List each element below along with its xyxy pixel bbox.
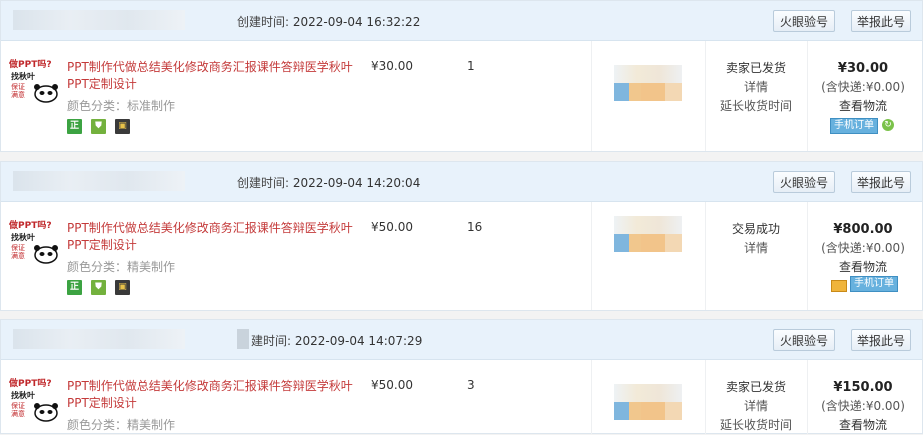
refresh-icon[interactable]: ↻ xyxy=(882,119,894,131)
panda-logo-icon xyxy=(34,245,58,264)
shipping-info: (含快递:¥0.00) xyxy=(821,399,905,413)
panda-logo-icon xyxy=(34,84,58,103)
order-card: 创建时间: 2022-09-04 14:20:04 火眼验号 举报此号 做PPT… xyxy=(0,161,923,311)
order-status: 卖家已发货 详情 延长收货时间 xyxy=(707,59,805,116)
extend-receipt-link[interactable]: 延长收货时间 xyxy=(707,97,805,116)
status-text: 卖家已发货 xyxy=(725,380,786,394)
divider xyxy=(705,360,706,434)
status-text: 卖家已发货 xyxy=(725,61,786,75)
divider xyxy=(705,202,706,310)
view-logistics-link[interactable]: 查看物流 xyxy=(807,258,919,277)
shield-icon[interactable]: ⛊ xyxy=(91,119,106,134)
blurred-image xyxy=(614,216,682,254)
details-link[interactable]: 详情 xyxy=(707,397,805,416)
total-amount: ¥150.00 xyxy=(833,380,893,395)
sku-info: 颜色分类：精美制作 xyxy=(67,260,176,274)
product-title-link[interactable]: PPT制作代做总结美化修改商务汇报课件答辩医学秋叶PPT定制设计 xyxy=(67,378,357,412)
order-header: 创建时间: 2022-09-04 14:20:04 火眼验号 举报此号 xyxy=(1,162,922,202)
sku-info: 颜色分类：精美制作 xyxy=(67,418,176,432)
created-time: 建时间: 2022-09-04 14:07:29 xyxy=(251,334,423,348)
report-button[interactable]: 举报此号 xyxy=(851,10,911,32)
order-total: ¥30.00 (含快递:¥0.00) 查看物流 xyxy=(807,59,919,116)
sku-info: 颜色分类：标准制作 xyxy=(67,99,176,113)
mobile-order-tag[interactable]: 手机订单 xyxy=(830,118,878,134)
order-total: ¥800.00 (含快递:¥0.00) 查看物流 xyxy=(807,220,919,277)
unit-price: ¥30.00 xyxy=(371,59,413,73)
shield-icon[interactable]: ⛊ xyxy=(91,280,106,295)
divider xyxy=(591,41,592,151)
product-title-link[interactable]: PPT制作代做总结美化修改商务汇报课件答辩医学秋叶PPT定制设计 xyxy=(67,220,357,254)
product-thumbnail[interactable]: 做PPT吗? 找秋叶 保证满意 xyxy=(9,218,61,276)
shipping-info: (含快递:¥0.00) xyxy=(821,241,905,255)
gift-icon[interactable]: ▣ xyxy=(115,280,130,295)
order-total: ¥150.00 (含快递:¥0.00) 查看物流 xyxy=(807,378,919,435)
extend-receipt-link[interactable]: 延长收货时间 xyxy=(707,416,805,435)
order-status: 交易成功 详情 xyxy=(707,220,805,258)
view-logistics-link[interactable]: 查看物流 xyxy=(807,416,919,435)
fire-eye-check-button[interactable]: 火眼验号 xyxy=(773,329,835,351)
mobile-order-tag[interactable]: 手机订单 xyxy=(850,276,898,292)
unit-price: ¥50.00 xyxy=(371,378,413,392)
divider xyxy=(591,360,592,434)
order-header: 创建时间: 2022-09-04 16:32:22 火眼验号 举报此号 xyxy=(1,1,922,41)
blurred-image xyxy=(614,384,682,422)
unit-price: ¥50.00 xyxy=(371,220,413,234)
product-thumbnail[interactable]: 做PPT吗? 找秋叶 保证满意 xyxy=(9,376,61,434)
order-card: 建时间: 2022-09-04 14:07:29 火眼验号 举报此号 做PPT吗… xyxy=(0,319,923,434)
details-link[interactable]: 详情 xyxy=(707,78,805,97)
created-time: 创建时间: 2022-09-04 14:20:04 xyxy=(237,176,421,190)
genuine-icon[interactable]: 正 xyxy=(67,119,82,134)
details-link[interactable]: 详情 xyxy=(707,239,805,258)
quantity: 16 xyxy=(467,220,483,234)
card-icon[interactable] xyxy=(831,280,847,292)
report-button[interactable]: 举报此号 xyxy=(851,329,911,351)
product-thumbnail[interactable]: 做PPT吗? 找秋叶 保证满意 xyxy=(9,57,61,115)
view-logistics-link[interactable]: 查看物流 xyxy=(807,97,919,116)
created-time: 创建时间: 2022-09-04 16:32:22 xyxy=(237,15,421,29)
shipping-info: (含快递:¥0.00) xyxy=(821,80,905,94)
genuine-icon[interactable]: 正 xyxy=(67,280,82,295)
report-button[interactable]: 举报此号 xyxy=(851,171,911,193)
divider xyxy=(705,41,706,151)
gift-icon[interactable]: ▣ xyxy=(115,119,130,134)
shop-name-blurred xyxy=(13,10,185,30)
order-status: 卖家已发货 详情 延长收货时间 xyxy=(707,378,805,435)
product-title-link[interactable]: PPT制作代做总结美化修改商务汇报课件答辩医学秋叶PPT定制设计 xyxy=(67,59,357,93)
total-amount: ¥30.00 xyxy=(837,61,889,76)
shop-name-blurred xyxy=(13,171,185,191)
fire-eye-check-button[interactable]: 火眼验号 xyxy=(773,10,835,32)
quantity: 1 xyxy=(467,59,475,73)
quantity: 3 xyxy=(467,378,475,392)
total-amount: ¥800.00 xyxy=(833,222,893,237)
status-text: 交易成功 xyxy=(731,222,780,236)
fire-eye-check-button[interactable]: 火眼验号 xyxy=(773,171,835,193)
order-header: 建时间: 2022-09-04 14:07:29 火眼验号 举报此号 xyxy=(1,320,922,360)
panda-logo-icon xyxy=(34,403,58,422)
order-card: 创建时间: 2022-09-04 16:32:22 火眼验号 举报此号 做PPT… xyxy=(0,0,923,152)
blur-chip xyxy=(237,329,249,349)
blurred-image xyxy=(614,65,682,103)
shop-name-blurred xyxy=(13,329,185,349)
divider xyxy=(591,202,592,310)
